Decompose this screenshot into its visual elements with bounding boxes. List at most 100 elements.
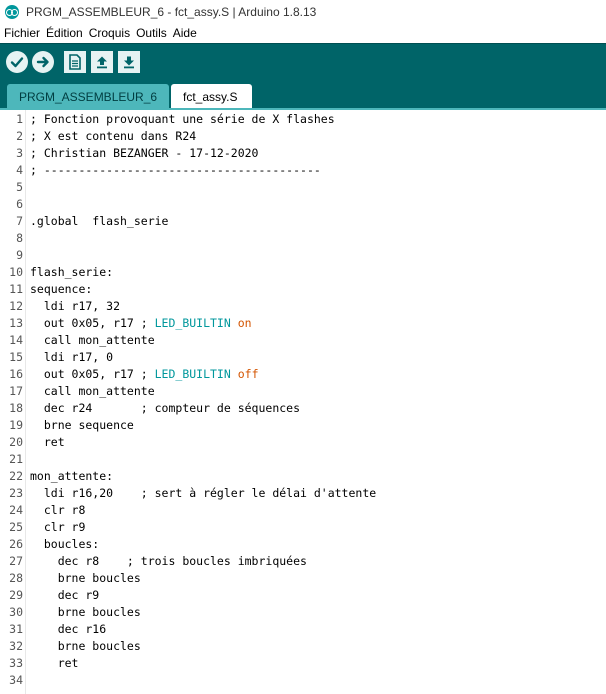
- code-editor[interactable]: 1 ; Fonction provoquant une série de X fl…: [0, 110, 606, 694]
- line-number: 18: [9, 401, 23, 415]
- line-text: ldi r16,20 ; sert à régler le délai d'at…: [30, 486, 377, 500]
- code-line[interactable]: 29 dec r9: [0, 587, 606, 604]
- line-text: mon_attente:: [30, 469, 114, 483]
- verify-icon: [10, 56, 24, 67]
- save-button[interactable]: [118, 50, 140, 73]
- code-line[interactable]: 9: [0, 247, 606, 264]
- line-text: brne boucles: [30, 605, 141, 619]
- line-number: 22: [9, 469, 23, 483]
- line-text: brne sequence: [30, 418, 134, 432]
- menu-aide[interactable]: Aide: [173, 26, 197, 40]
- menu-bar: Fichier Édition Croquis Outils Aide: [0, 23, 606, 43]
- line-text: out 0x05, r17 ; LED_BUILTIN off: [30, 366, 259, 383]
- new-icon: [69, 53, 81, 70]
- code-line[interactable]: 16 out 0x05, r17 ; LED_BUILTIN off: [0, 366, 606, 383]
- code-line[interactable]: 18 dec r24 ; compteur de séquences: [0, 400, 606, 417]
- code-line[interactable]: 30 brne boucles: [0, 604, 606, 621]
- menu-croquis[interactable]: Croquis: [89, 26, 130, 40]
- line-text: call mon_attente: [30, 333, 155, 347]
- line-text: boucles:: [30, 537, 100, 551]
- line-number: 1: [16, 112, 23, 126]
- literal-state: off: [237, 367, 259, 381]
- tab-fct-assy[interactable]: fct_assy.S: [171, 84, 252, 109]
- code-line[interactable]: 28 brne boucles: [0, 570, 606, 587]
- menu-edition[interactable]: Édition: [46, 26, 83, 40]
- code-line[interactable]: 25 clr r9: [0, 519, 606, 536]
- code-line[interactable]: 22 mon_attente:: [0, 468, 606, 485]
- keyword-led-builtin: LED_BUILTIN: [154, 367, 231, 381]
- line-text: ret: [30, 435, 65, 449]
- line-text: ; X est contenu dans R24: [30, 129, 197, 143]
- code-line[interactable]: 23 ldi r16,20 ; sert à régler le délai d…: [0, 485, 606, 502]
- line-text: ; Christian BEZANGER - 17-12-2020: [30, 146, 259, 160]
- keyword-led-builtin: LED_BUILTIN: [154, 316, 231, 330]
- line-text: brne boucles: [30, 571, 141, 585]
- arduino-logo-icon: [5, 4, 19, 19]
- line-number: 28: [9, 571, 23, 585]
- code-line[interactable]: 13 out 0x05, r17 ; LED_BUILTIN on: [0, 315, 606, 332]
- line-text: dec r16: [30, 622, 107, 636]
- code-line[interactable]: 1 ; Fonction provoquant une série de X fl…: [0, 111, 606, 128]
- code-line[interactable]: 8: [0, 230, 606, 247]
- code-line[interactable]: 17 call mon_attente: [0, 383, 606, 400]
- line-text: ldi r17, 32: [30, 299, 121, 313]
- code-line[interactable]: 3 ; Christian BEZANGER - 17-12-2020: [0, 145, 606, 162]
- code-line[interactable]: 2 ; X est contenu dans R24: [0, 128, 606, 145]
- line-text: clr r9: [30, 520, 86, 534]
- code-line[interactable]: 6: [0, 196, 606, 213]
- code-line[interactable]: 11 sequence:: [0, 281, 606, 298]
- code-line[interactable]: 32 brne boucles: [0, 638, 606, 655]
- code-line[interactable]: 5: [0, 179, 606, 196]
- line-text: .global flash_serie: [30, 214, 169, 228]
- code-line[interactable]: 7 .global flash_serie: [0, 213, 606, 230]
- code-line[interactable]: 34: [0, 672, 606, 689]
- code-line[interactable]: 26 boucles:: [0, 536, 606, 553]
- line-number: 16: [9, 367, 23, 381]
- window-title: PRGM_ASSEMBLEUR_6 - fct_assy.S | Arduino…: [26, 4, 317, 19]
- toolbar: [0, 43, 606, 79]
- code-line[interactable]: 21: [0, 451, 606, 468]
- line-number: 24: [9, 503, 23, 517]
- line-number: 13: [9, 316, 23, 330]
- code-line[interactable]: 12 ldi r17, 32: [0, 298, 606, 315]
- open-icon: [97, 56, 107, 68]
- code-line[interactable]: 27 dec r8 ; trois boucles imbriquées: [0, 553, 606, 570]
- line-number: 4: [16, 163, 23, 177]
- line-number: 2: [16, 129, 23, 143]
- line-text: dec r9: [30, 588, 100, 602]
- line-number: 3: [16, 146, 23, 160]
- line-number: 33: [9, 656, 23, 670]
- upload-icon: [36, 56, 49, 67]
- line-number: 27: [9, 554, 23, 568]
- open-button[interactable]: [91, 50, 113, 73]
- line-number: 9: [16, 248, 23, 262]
- line-number: 30: [9, 605, 23, 619]
- literal-state: on: [237, 316, 252, 330]
- line-number: 19: [9, 418, 23, 432]
- code-line[interactable]: 31 dec r16: [0, 621, 606, 638]
- line-text: dec r24 ; compteur de séquences: [30, 401, 301, 415]
- line-text: call mon_attente: [30, 384, 155, 398]
- line-text: ; --------------------------------------…: [30, 163, 321, 177]
- code-line[interactable]: 24 clr r8: [0, 502, 606, 519]
- code-line[interactable]: 19 brne sequence: [0, 417, 606, 434]
- new-button[interactable]: [64, 50, 86, 73]
- tab-prgm-assembleur-6[interactable]: PRGM_ASSEMBLEUR_6: [7, 84, 169, 109]
- code-line[interactable]: 33 ret: [0, 655, 606, 672]
- code-line[interactable]: 10 flash_serie:: [0, 264, 606, 281]
- code-line[interactable]: 4 ; -------------------------------------…: [0, 162, 606, 179]
- menu-outils[interactable]: Outils: [136, 26, 167, 40]
- line-number: 29: [9, 588, 23, 602]
- verify-button[interactable]: [6, 50, 28, 73]
- menu-fichier[interactable]: Fichier: [4, 26, 40, 40]
- code-line[interactable]: 20 ret: [0, 434, 606, 451]
- code-line[interactable]: 14 call mon_attente: [0, 332, 606, 349]
- line-number: 32: [9, 639, 23, 653]
- code-line[interactable]: 15 ldi r17, 0: [0, 349, 606, 366]
- line-number: 6: [16, 197, 23, 211]
- line-number: 7: [16, 214, 23, 228]
- upload-button[interactable]: [32, 50, 54, 73]
- line-number: 10: [9, 265, 23, 279]
